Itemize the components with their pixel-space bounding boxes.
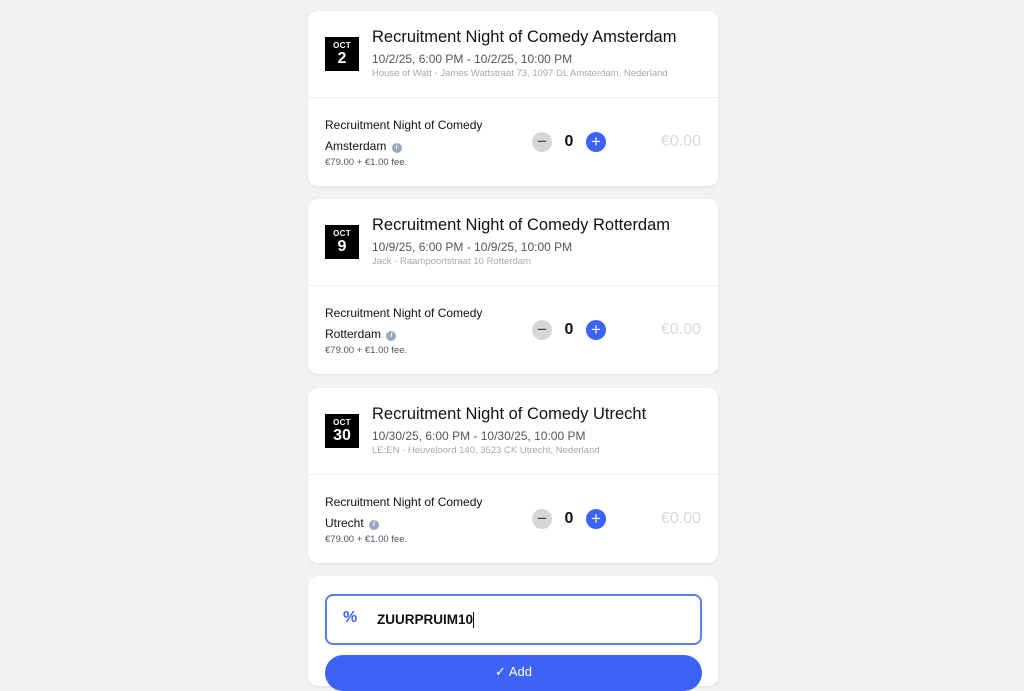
ticket-name-text: Recruitment Night of Comedy Amsterdam: [325, 118, 483, 153]
percent-icon: %: [343, 609, 358, 626]
event-title: Recruitment Night of Comedy Amsterdam: [372, 28, 677, 46]
event-card-rotterdam: OCT 9 Recruitment Night of Comedy Rotter…: [308, 199, 718, 374]
ticket-fee: €79.00 + €1.00 fee.: [325, 534, 408, 545]
ticket-name: Recruitment Night of Comedy Rotterdam i: [325, 303, 505, 344]
event-header: OCT 9 Recruitment Night of Comedy Rotter…: [308, 199, 718, 286]
ticket-quantity: 0: [564, 133, 574, 150]
decrease-quantity-button[interactable]: −: [532, 509, 552, 529]
info-icon[interactable]: i: [386, 330, 397, 341]
date-badge: OCT 30: [325, 414, 359, 448]
info-icon[interactable]: i: [369, 519, 380, 530]
ticket-row: Recruitment Night of Comedy Amsterdam i …: [308, 98, 718, 186]
event-location: House of Watt - James Wattstraat 73, 109…: [372, 68, 668, 79]
date-month: OCT: [333, 418, 351, 427]
date-month: OCT: [333, 229, 351, 238]
date-day: 9: [337, 238, 347, 255]
ticket-price: €0.00: [660, 510, 701, 527]
event-card-utrecht: OCT 30 Recruitment Night of Comedy Utrec…: [308, 388, 718, 563]
ticket-price: €0.00: [660, 321, 701, 338]
date-day: 2: [337, 50, 347, 67]
date-badge: OCT 9: [325, 225, 359, 259]
date-month: OCT: [333, 41, 351, 50]
event-time: 10/9/25, 6:00 PM - 10/9/25, 10:00 PM: [372, 240, 573, 254]
ticket-quantity: 0: [564, 321, 574, 338]
event-card-amsterdam: OCT 2 Recruitment Night of Comedy Amster…: [308, 11, 718, 186]
event-header: OCT 2 Recruitment Night of Comedy Amster…: [308, 11, 718, 98]
increase-quantity-button[interactable]: +: [586, 509, 606, 529]
ticket-price: €0.00: [660, 133, 701, 150]
decrease-quantity-button[interactable]: −: [532, 320, 552, 340]
ticket-fee: €79.00 + €1.00 fee.: [325, 345, 408, 356]
promo-code-field[interactable]: %: [325, 594, 702, 645]
date-day: 30: [333, 427, 351, 444]
promo-code-card: % ✓ Add: [308, 576, 718, 691]
info-icon[interactable]: i: [391, 142, 402, 153]
ticket-name: Recruitment Night of Comedy Utrecht i: [325, 492, 505, 533]
event-location: LE:EN - Heuveloord 140, 3523 CK Utrecht,…: [372, 445, 600, 456]
event-time: 10/2/25, 6:00 PM - 10/2/25, 10:00 PM: [372, 52, 573, 66]
ticket-fee: €79.00 + €1.00 fee.: [325, 157, 408, 168]
ticket-name-text: Recruitment Night of Comedy Rotterdam: [325, 306, 483, 341]
ticket-row: Recruitment Night of Comedy Utrecht i €7…: [308, 475, 718, 563]
increase-quantity-button[interactable]: +: [586, 320, 606, 340]
event-header: OCT 30 Recruitment Night of Comedy Utrec…: [308, 388, 718, 475]
ticket-name: Recruitment Night of Comedy Amsterdam i: [325, 115, 505, 156]
text-cursor: [473, 612, 474, 628]
add-promo-button[interactable]: ✓ Add: [325, 655, 702, 691]
event-title: Recruitment Night of Comedy Utrecht: [372, 405, 647, 423]
event-title: Recruitment Night of Comedy Rotterdam: [372, 216, 671, 234]
increase-quantity-button[interactable]: +: [586, 132, 606, 152]
promo-code-input[interactable]: [377, 596, 677, 643]
ticket-quantity: 0: [564, 510, 574, 527]
ticket-row: Recruitment Night of Comedy Rotterdam i …: [308, 286, 718, 374]
date-badge: OCT 2: [325, 37, 359, 71]
ticket-name-text: Recruitment Night of Comedy Utrecht: [325, 495, 483, 530]
event-time: 10/30/25, 6:00 PM - 10/30/25, 10:00 PM: [372, 429, 586, 443]
event-location: Jack - Raampoortstraat 10 Rotterdam: [372, 256, 531, 267]
decrease-quantity-button[interactable]: −: [532, 132, 552, 152]
